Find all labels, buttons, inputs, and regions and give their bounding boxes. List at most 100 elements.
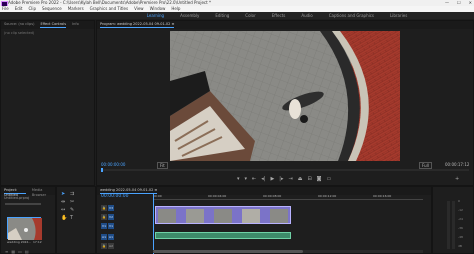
selection-tool-icon[interactable]: ➤ [61, 191, 68, 197]
track-header-v2: 🔒 V2 [101, 212, 147, 221]
transport-controls: ▾ ▾ ⇤ ◂| ▶ |▸ ⇥ ⏏ ⊟ ◙ ▭ [237, 176, 331, 182]
audio-clip[interactable] [155, 232, 291, 239]
source-panel-tabs: Source: (no clips) Effect Controls Info [1, 21, 94, 29]
track-lock-icon[interactable]: 🔒 [101, 213, 107, 220]
export-frame-icon[interactable]: ◙ [317, 176, 322, 182]
workspace-bar: Learning Assembly Editing Color Effects … [0, 12, 474, 19]
video-frame [170, 31, 400, 161]
ruler-tick-4: 00:00:16:00 [373, 194, 392, 198]
meter-scale-label: dB [458, 244, 462, 248]
clip-thumbnail[interactable] [7, 217, 42, 240]
program-scrubber[interactable] [101, 168, 469, 172]
meter-scale-label: -12 [458, 208, 463, 212]
folder-icon[interactable]: ▤ [25, 249, 29, 254]
track-select-tool-icon[interactable]: ⇉ [70, 191, 77, 197]
timeline-timecode[interactable]: 00:00:00:00 [101, 194, 128, 199]
pen-tool-icon[interactable]: ✎ [70, 207, 77, 213]
step-forward-icon[interactable]: |▸ [279, 176, 283, 182]
mark-in-icon[interactable]: ▾ [237, 176, 240, 182]
timeline-panel: wedding 2022-05-04 09-01-02 ≡ 00:00:00:0… [96, 186, 432, 254]
step-back-icon[interactable]: ◂| [261, 176, 265, 182]
search-bar[interactable] [5, 203, 41, 205]
meter-right [452, 201, 455, 249]
clip-duration: 17:12 [33, 240, 42, 244]
source-patch-a1[interactable]: A1 [101, 233, 107, 240]
no-clip-label: (no clip selected) [4, 31, 35, 35]
program-playhead[interactable] [101, 168, 103, 172]
quality-dropdown[interactable]: Full [419, 162, 432, 169]
button-editor-icon[interactable]: + [455, 176, 459, 182]
tab-info[interactable]: Info [72, 22, 79, 28]
track-target-v3[interactable]: V3 [108, 204, 114, 211]
meter-scale-label: -24 [458, 217, 463, 221]
program-current-time[interactable]: 00:00:00:00 [101, 162, 125, 167]
workspace-libraries[interactable]: Libraries [390, 12, 407, 19]
tab-media-browser[interactable]: Media Browser [32, 188, 52, 197]
tools-grid: ➤ ⇉ ⇹ ✂ ↔ ✎ ✋ T [61, 191, 77, 221]
timeline-scrollbar-thumb[interactable] [153, 250, 303, 253]
program-duration: 00:00:17:12 [445, 162, 470, 167]
clip-name: wedding 2022... [7, 240, 32, 244]
workspace-learning[interactable]: Learning [147, 12, 164, 19]
track-target-a2[interactable]: A2 [108, 242, 114, 249]
tab-project[interactable]: Project: Untitled [4, 188, 26, 197]
video-clip[interactable] [155, 206, 291, 224]
meter-scale-label: 0 [458, 199, 460, 203]
meter-scale: 0 -12 -24 -36 -48 dB [458, 199, 463, 248]
ripple-edit-tool-icon[interactable]: ⇹ [61, 199, 68, 205]
timeline-scrollbar[interactable] [153, 250, 423, 253]
compare-icon[interactable]: ▭ [327, 176, 332, 182]
workspace-assembly[interactable]: Assembly [180, 12, 199, 19]
razor-tool-icon[interactable]: ✂ [70, 199, 77, 205]
workspace-audio[interactable]: Audio [301, 12, 312, 19]
tools-panel: ➤ ⇉ ⇹ ✂ ↔ ✎ ✋ T [56, 186, 96, 254]
track-target-v1[interactable]: V1 [108, 222, 114, 229]
track-target-a1[interactable]: A1 [108, 233, 114, 240]
video-still [170, 31, 400, 161]
workspace-captions[interactable]: Captions and Graphics [329, 12, 374, 19]
timeline-ruler[interactable]: 00:00 00:00:04:00 00:00:08:00 00:00:12:0… [153, 194, 423, 254]
track-lock-icon[interactable]: 🔒 [101, 204, 107, 211]
project-panel: Project: Untitled Media Browser Untitled… [0, 186, 56, 254]
ruler-tick-0: 00:00 [153, 194, 162, 198]
project-tabs: Project: Untitled Media Browser [1, 187, 55, 197]
icon-view-icon[interactable]: ▦ [11, 249, 15, 254]
workspace-editing[interactable]: Editing [215, 12, 229, 19]
audio-meters: 0 -12 -24 -36 -48 dB [432, 186, 474, 254]
workspace-effects[interactable]: Effects [272, 12, 286, 19]
track-header-a1: A1 A1 [101, 232, 147, 241]
track-header-v1: V1 V1 [101, 221, 147, 230]
play-icon[interactable]: ▶ [270, 176, 274, 182]
clip-frame-thumb [270, 209, 288, 223]
go-to-in-icon[interactable]: ⇤ [252, 176, 256, 182]
list-view-icon[interactable]: ≡ [5, 249, 8, 254]
type-tool-icon[interactable]: T [70, 215, 77, 221]
clip-frame-thumb [186, 209, 204, 223]
fit-dropdown[interactable]: Fit [157, 162, 168, 169]
clip-frame-thumb [158, 209, 176, 223]
tab-source[interactable]: Source: (no clips) [4, 22, 34, 28]
track-lock-icon[interactable]: 🔒 [101, 242, 107, 249]
program-tabs: Program: wedding 2022-05-04 09-01-02 ≡ [97, 21, 473, 29]
meter-left [447, 201, 450, 249]
track-header-v3: 🔒 V3 [101, 203, 147, 212]
meter-scale-label: -48 [458, 235, 463, 239]
project-file-label: Untitled.prproj [4, 196, 30, 200]
workspace-color[interactable]: Color [245, 12, 255, 19]
go-to-out-icon[interactable]: ⇥ [289, 176, 293, 182]
clip-frame-thumb [214, 209, 232, 223]
lift-icon[interactable]: ⏏ [298, 176, 303, 182]
clip-thumbnail-image [8, 218, 42, 240]
new-item-icon[interactable]: ▭ [18, 249, 22, 254]
source-patch-v1[interactable]: V1 [101, 222, 107, 229]
track-target-v2[interactable]: V2 [108, 213, 114, 220]
extract-icon[interactable]: ⊟ [307, 176, 311, 182]
tab-effect-controls[interactable]: Effect Controls [40, 22, 67, 28]
hand-tool-icon[interactable]: ✋ [61, 215, 68, 221]
slip-tool-icon[interactable]: ↔ [61, 207, 68, 213]
mark-out-icon[interactable]: ▾ [245, 176, 248, 182]
tab-program[interactable]: Program: wedding 2022-05-04 09-01-02 ≡ [100, 22, 175, 28]
ruler-tick-1: 00:00:04:00 [208, 194, 227, 198]
timeline-playhead[interactable] [153, 194, 154, 254]
project-footer-icons: ≡ ▦ ▭ ▤ [5, 249, 29, 254]
